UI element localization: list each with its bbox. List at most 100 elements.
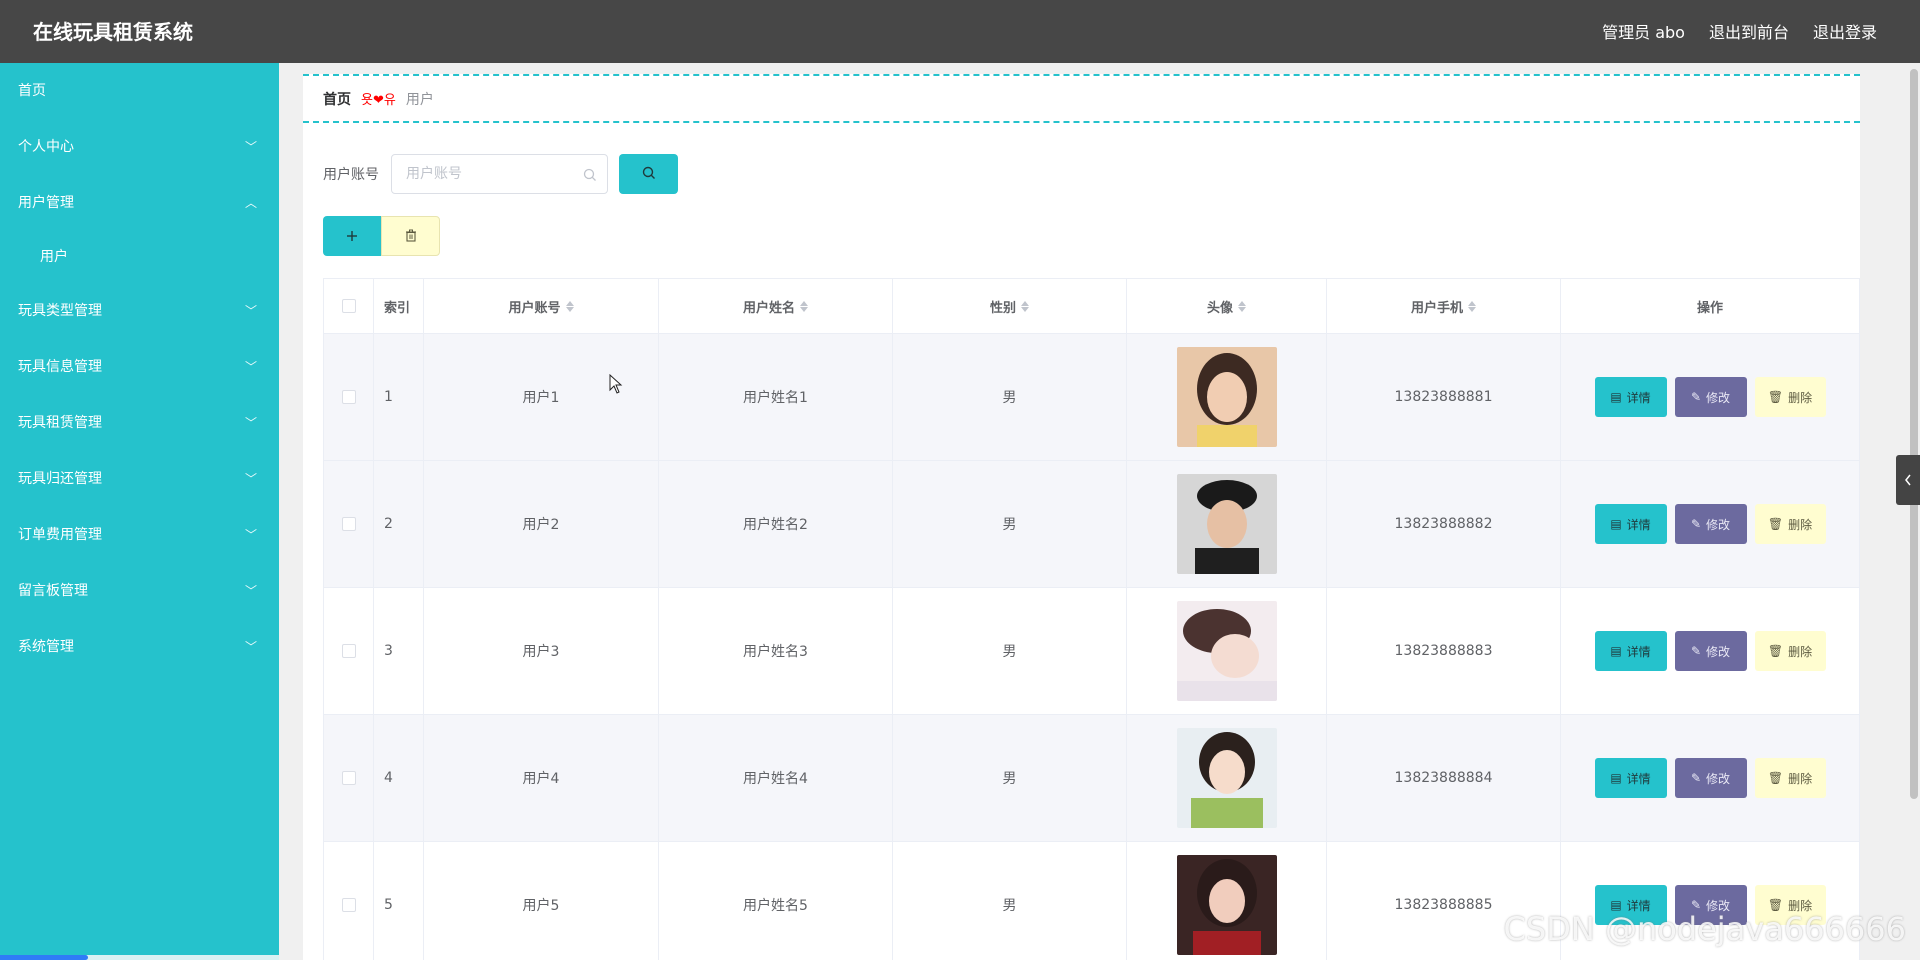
sidebar-scrollbar[interactable] [0,955,279,960]
row-select-cell [324,588,374,714]
sidebar-item-toy-return-management[interactable]: 玩具归还管理 ﹀ [0,451,279,507]
header-phone-label: 用户手机 [1410,300,1463,316]
header-index: 索引 [374,279,424,333]
avatar[interactable] [1176,474,1277,574]
detail-button[interactable]: ▤ 详情 [1594,377,1667,417]
main-area: 首页 욧❤유 用户 用户账号 用户账号 索引 用户账号 用户姓名 性别 头像 用… [279,63,1920,960]
pencil-icon: ✎ [1690,390,1702,404]
breadcrumb-home[interactable]: 首页 [323,89,351,109]
row-select-cell [324,842,374,960]
header-gender-label: 性别 [989,300,1016,316]
add-button[interactable] [323,216,381,256]
chevron-down-icon: ﹀ [244,304,257,318]
row-checkbox[interactable] [341,771,356,785]
detail-button[interactable]: ▤ 详情 [1594,631,1667,671]
row-checkbox[interactable] [341,517,356,531]
row-account: 用户2 [424,461,659,587]
search-icon [642,165,656,184]
edit-button-label: 修改 [1706,771,1731,786]
app-title: 在线玩具租赁系统 [33,20,193,44]
delete-button[interactable]: 🗑 删除 [1754,377,1826,417]
row-account: 用户4 [424,715,659,841]
sort-icon[interactable] [565,300,574,312]
sidebar-item-toy-type-management[interactable]: 玩具类型管理 ﹀ [0,283,279,339]
header-phone[interactable]: 用户手机 [1327,279,1561,333]
exit-to-frontend-link[interactable]: 退出到前台 [1709,19,1789,43]
search-button[interactable] [619,154,678,194]
sidebar-scrollbar-thumb[interactable] [0,955,88,960]
row-checkbox[interactable] [341,898,356,912]
table-row: 3 用户3 用户姓名3 男 13823888883 ▤ 详情 ✎ 修改 🗑 删除 [324,588,1859,715]
sidebar-item-personal-center[interactable]: 个人中心 ﹀ [0,119,279,175]
avatar[interactable] [1176,855,1277,955]
document-icon: ▤ [1610,517,1622,531]
avatar[interactable] [1176,347,1277,447]
page-scrollbar[interactable] [1908,63,1920,960]
row-name: 用户姓名5 [659,842,893,960]
chevron-down-icon: ﹀ [244,416,257,430]
sidebar-item-toy-info-management[interactable]: 玩具信息管理 ﹀ [0,339,279,395]
delete-button-label: 删除 [1788,517,1813,532]
sidebar-item-message-board-management[interactable]: 留言板管理 ﹀ [0,563,279,619]
header-account[interactable]: 用户账号 [424,279,659,333]
detail-button[interactable]: ▤ 详情 [1594,504,1667,544]
sort-icon[interactable] [1021,300,1029,312]
select-all-checkbox[interactable] [341,299,356,313]
sidebar-item-label: 用户 [40,249,68,265]
chevron-down-icon: ﹀ [244,528,257,542]
header-account-label: 用户账号 [508,300,561,316]
header-name[interactable]: 用户姓名 [659,279,893,333]
sidebar-item-user-management[interactable]: 用户管理 ︿ [0,175,279,231]
avatar[interactable] [1176,601,1277,701]
header-avatar[interactable]: 头像 [1127,279,1327,333]
edit-button[interactable]: ✎ 修改 [1674,504,1747,544]
row-avatar-cell [1127,715,1327,841]
sidebar-item-home[interactable]: 首页 [0,63,279,119]
detail-button-label: 详情 [1626,517,1651,532]
sidebar-item-label: 玩具租赁管理 [18,415,102,431]
delete-button[interactable]: 🗑 删除 [1754,758,1826,798]
sidebar-item-system-management[interactable]: 系统管理 ﹀ [0,619,279,675]
header-gender[interactable]: 性别 [893,279,1127,333]
edit-button[interactable]: ✎ 修改 [1674,377,1747,417]
avatar[interactable] [1176,728,1277,828]
table-row: 4 用户4 用户姓名4 男 13823888884 ▤ 详情 ✎ 修改 🗑 删除 [324,715,1859,842]
sidebar-item-label: 玩具信息管理 [18,359,102,375]
top-links: 管理员 abo 退出到前台 退出登录 [1602,19,1877,43]
document-icon: ▤ [1610,390,1622,404]
sort-icon[interactable] [800,300,808,312]
admin-user-link[interactable]: 管理员 abo [1602,19,1685,43]
search-input[interactable] [392,155,607,193]
table-row: 1 用户1 用户姓名1 男 13823888881 ▤ 详情 ✎ 修改 🗑 删除 [324,334,1859,461]
delete-button[interactable]: 🗑 删除 [1754,631,1826,671]
chevron-down-icon: ﹀ [244,140,257,154]
side-panel-toggle[interactable] [1896,455,1920,505]
page-scrollbar-thumb[interactable] [1910,69,1918,799]
sidebar-item-users[interactable]: 用户 [0,231,279,283]
plus-icon [346,227,358,246]
sort-icon[interactable] [1238,300,1246,312]
row-checkbox[interactable] [341,644,356,658]
sort-icon[interactable] [1468,300,1476,312]
sidebar-item-label: 留言板管理 [18,583,88,599]
breadcrumb-current: 用户 [405,91,434,108]
detail-button[interactable]: ▤ 详情 [1594,758,1667,798]
batch-delete-button[interactable] [381,216,440,256]
sidebar-item-toy-rental-management[interactable]: 玩具租赁管理 ﹀ [0,395,279,451]
edit-button[interactable]: ✎ 修改 [1674,631,1747,671]
row-account: 用户5 [424,842,659,960]
sidebar-item-label: 用户管理 [18,195,74,211]
logout-link[interactable]: 退出登录 [1813,19,1877,43]
delete-button[interactable]: 🗑 删除 [1754,504,1826,544]
detail-button-label: 详情 [1626,771,1651,786]
row-checkbox[interactable] [341,390,356,404]
watermark: CSDN @nodejava666666 [1503,910,1906,948]
action-row [323,216,440,256]
edit-button[interactable]: ✎ 修改 [1674,758,1747,798]
row-phone: 13823888881 [1327,334,1561,460]
row-index: 4 [374,715,424,841]
row-name: 用户姓名1 [659,334,893,460]
sidebar-item-label: 玩具归还管理 [18,471,102,487]
row-phone: 13823888882 [1327,461,1561,587]
sidebar-item-order-fee-management[interactable]: 订单费用管理 ﹀ [0,507,279,563]
